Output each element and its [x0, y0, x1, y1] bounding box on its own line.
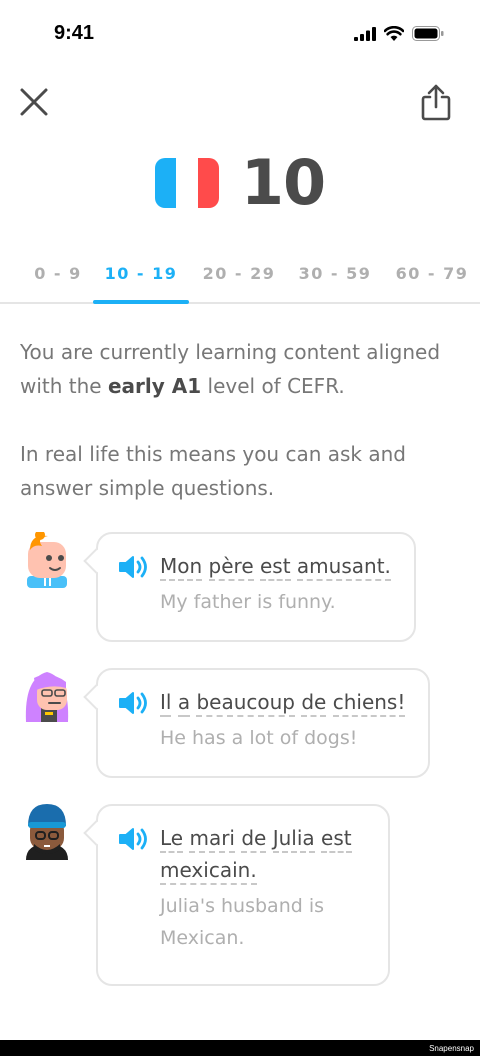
flag-stripe — [154, 158, 177, 208]
tab-0-9[interactable]: 0 - 9 — [10, 256, 106, 302]
level-number: 10 — [240, 146, 326, 219]
battery-icon — [412, 26, 444, 41]
wifi-icon — [384, 26, 404, 41]
tab-10-19[interactable]: 10 - 19 — [93, 256, 189, 302]
word-token[interactable]: amusant. — [296, 554, 391, 581]
speech-bubble: Il a beaucoup de chiens! He has a lot of… — [83, 668, 430, 778]
word-token[interactable]: père — [208, 554, 254, 581]
france-flag-icon — [154, 158, 219, 208]
tab-60-79[interactable]: 60 - 79 — [384, 256, 480, 302]
french-phrase: Le mari de Julia est mexicain. — [160, 822, 370, 886]
avatar-man-icon — [26, 804, 68, 860]
english-translation: My father is funny. — [160, 591, 336, 613]
status-time: 9:41 — [54, 22, 95, 44]
status-bar: 9:41 — [0, 0, 480, 72]
tab-30-59[interactable]: 30 - 59 — [287, 256, 383, 302]
word-token[interactable]: de — [301, 690, 327, 717]
share-button[interactable] — [418, 82, 454, 122]
word-token[interactable]: Il — [160, 690, 172, 717]
word-token[interactable]: est — [321, 826, 352, 853]
word-token[interactable]: chiens! — [332, 690, 406, 717]
word-token[interactable]: a — [177, 690, 191, 717]
watermark: Snapensnap — [429, 1044, 474, 1053]
word-token[interactable]: mari — [189, 826, 235, 853]
description-text: level of CEFR. — [207, 374, 345, 398]
active-tab-indicator — [93, 300, 189, 304]
french-phrase: Mon père est amusant. — [160, 550, 391, 582]
word-token[interactable]: Julia — [272, 826, 315, 853]
flag-stripe — [197, 158, 219, 208]
share-icon — [421, 84, 451, 121]
level-header: 10 — [0, 148, 480, 218]
avatar-girl-icon — [25, 672, 69, 722]
english-translation: He has a lot of dogs! — [160, 727, 358, 749]
level-range-tabs: 0 - 9 10 - 19 20 - 29 30 - 59 60 - 79 — [0, 256, 480, 304]
speaker-icon[interactable] — [118, 688, 150, 718]
word-token[interactable]: de — [241, 826, 267, 853]
close-icon — [20, 88, 48, 116]
avatar-boy-icon — [27, 532, 67, 588]
word-token[interactable]: mexicain. — [160, 858, 257, 885]
speech-bubble: Le mari de Julia est mexicain. Julia's h… — [83, 804, 390, 986]
speaker-icon[interactable] — [118, 824, 150, 854]
word-token[interactable]: beaucoup — [196, 690, 295, 717]
real-life-description: In real life this means you can ask and … — [20, 442, 406, 500]
speaker-icon[interactable] — [118, 552, 150, 582]
word-token[interactable]: Le — [160, 826, 184, 853]
french-phrase: Il a beaucoup de chiens! — [160, 686, 406, 718]
flag-stripe — [176, 158, 198, 208]
close-button[interactable] — [16, 84, 52, 120]
english-translation: Julia's husband is Mexican. — [160, 895, 325, 949]
cefr-level-highlight: early A1 — [107, 374, 202, 398]
status-icons — [354, 26, 444, 41]
word-token[interactable]: est — [259, 554, 291, 581]
tab-20-29[interactable]: 20 - 29 — [191, 256, 287, 302]
cefr-description: You are currently learning content align… — [20, 335, 460, 403]
speech-bubble: Mon père est amusant. My father is funny… — [83, 532, 416, 642]
signal-icon — [354, 26, 376, 41]
home-indicator-bar — [0, 1040, 480, 1056]
word-token[interactable]: Mon — [160, 554, 203, 581]
